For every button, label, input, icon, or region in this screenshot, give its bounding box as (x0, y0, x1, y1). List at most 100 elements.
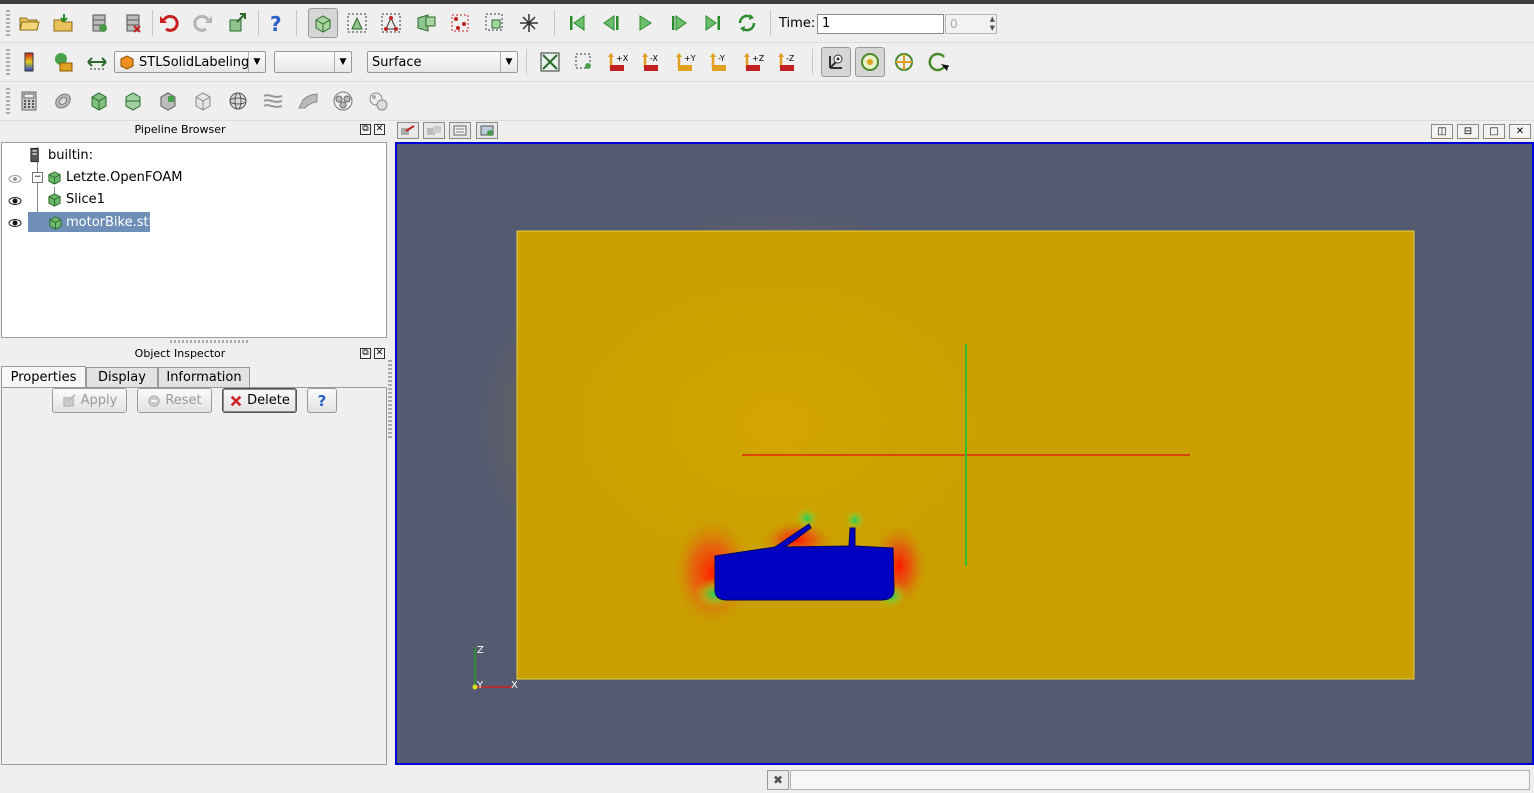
extract-level-button[interactable] (363, 86, 393, 116)
pick-center-button[interactable] (923, 47, 953, 77)
view-plus-y-button[interactable]: +Y (671, 47, 701, 77)
apply-button[interactable]: Apply (52, 388, 127, 413)
coloring-value: STLSolidLabeling (139, 54, 250, 70)
extract-subset-button[interactable] (188, 86, 218, 116)
edit-color-map-button[interactable] (48, 47, 78, 77)
color-map-icon (55, 53, 73, 72)
previous-frame-button[interactable] (596, 8, 626, 38)
help-button[interactable]: ? (307, 388, 337, 413)
split-horizontal-button[interactable]: ◫ (1431, 124, 1453, 139)
clear-selection-button[interactable] (514, 8, 544, 38)
connect-button[interactable] (84, 8, 114, 38)
axis-label: +X (616, 54, 629, 63)
select-cells-on-button[interactable] (342, 8, 372, 38)
representation-combo[interactable]: Surface ▼ (367, 51, 518, 73)
toolbar-grip[interactable] (6, 10, 10, 36)
float-panel-button[interactable]: ⧉ (360, 348, 371, 359)
component-combo[interactable]: ▼ (274, 51, 352, 73)
close-view-button[interactable]: ✕ (1509, 124, 1531, 139)
reset-center-button[interactable] (889, 47, 919, 77)
delete-button[interactable]: Delete (222, 388, 297, 413)
camera-undo-button[interactable] (397, 122, 419, 139)
clip-filter-button[interactable] (84, 86, 114, 116)
delete-label: Delete (247, 393, 290, 408)
select-cells-frustum-button[interactable] (411, 8, 441, 38)
last-frame-button[interactable] (698, 8, 728, 38)
zoom-to-data-button[interactable] (569, 47, 599, 77)
view-options-button[interactable] (476, 122, 498, 139)
glyph-filter-button[interactable] (223, 86, 253, 116)
axis-arrow-icon: -Z (778, 53, 795, 71)
splitter-handle[interactable] (388, 360, 392, 440)
tab-information[interactable]: Information (158, 367, 250, 387)
view-minus-x-button[interactable]: -X (637, 47, 667, 77)
help-button[interactable]: ? (260, 8, 290, 38)
view-minus-z-button[interactable]: -Z (773, 47, 803, 77)
progress-bar (790, 770, 1530, 790)
camera-undo-button[interactable] (223, 8, 253, 38)
view-plus-z-button[interactable]: +Z (739, 47, 769, 77)
tab-display[interactable]: Display (86, 367, 158, 387)
tree-item-letzte-openfoam[interactable]: − Letzte.OpenFOAM (32, 167, 182, 187)
warp-vector-button[interactable] (293, 86, 323, 116)
collapse-icon[interactable]: − (32, 171, 43, 183)
threshold-filter-button[interactable] (153, 86, 183, 116)
play-button[interactable] (630, 8, 660, 38)
eye-hidden-icon[interactable] (8, 174, 22, 184)
capture-screenshot-button[interactable] (449, 122, 471, 139)
maximize-view-button[interactable]: □ (1483, 124, 1505, 139)
timestep-spinbox[interactable]: 0 ▲ ▼ (945, 14, 997, 34)
select-block-button[interactable] (480, 8, 510, 38)
show-orientation-axes-button[interactable] (821, 47, 851, 77)
loop-icon (738, 14, 756, 32)
slice-filter-button[interactable] (118, 86, 148, 116)
undo-button[interactable] (154, 8, 184, 38)
view-minus-y-button[interactable]: -Y (705, 47, 735, 77)
group-datasets-button[interactable] (328, 86, 358, 116)
split-vertical-button[interactable]: ⊟ (1457, 124, 1479, 139)
tab-properties[interactable]: Properties (1, 366, 86, 387)
select-points-frustum-button[interactable] (445, 8, 475, 38)
coloring-combo[interactable]: STLSolidLabeling ▼ (114, 51, 266, 73)
camera-redo-button[interactable] (423, 122, 445, 139)
toolbar-grip[interactable] (6, 88, 10, 114)
render-view[interactable]: Z Y X (395, 142, 1534, 765)
reset-button[interactable]: Reset (137, 388, 212, 413)
close-panel-button[interactable]: ✕ (374, 124, 385, 135)
show-center-button[interactable] (855, 47, 885, 77)
load-state-button[interactable] (48, 8, 78, 38)
display-toolbar: STLSolidLabeling ▼ ▼ Surface ▼ +X -X +Y … (0, 43, 1534, 82)
float-panel-button[interactable]: ⧉ (360, 124, 371, 135)
next-frame-button[interactable] (664, 8, 694, 38)
tree-item-slice1[interactable]: Slice1 (47, 189, 105, 209)
close-panel-button[interactable]: ✕ (374, 348, 385, 359)
redo-button[interactable] (188, 8, 218, 38)
toolbar-grip[interactable] (6, 49, 10, 75)
time-input[interactable]: 1 (817, 14, 944, 34)
tree-item-label: motorBike.stl (66, 214, 153, 230)
loop-button[interactable] (732, 8, 762, 38)
select-points-on-button[interactable] (376, 8, 406, 38)
rescale-range-button[interactable] (82, 47, 112, 77)
view-plus-x-button[interactable]: +X (603, 47, 633, 77)
render-canvas[interactable]: Z Y X (397, 144, 1532, 763)
disconnect-button[interactable] (118, 8, 148, 38)
contour-filter-button[interactable] (48, 86, 78, 116)
first-frame-button[interactable] (562, 8, 592, 38)
stream-tracer-button[interactable] (258, 86, 288, 116)
tree-item-builtin[interactable]: builtin: (30, 145, 93, 165)
toggle-color-legend-button[interactable] (14, 47, 44, 77)
abort-button[interactable]: ✖ (767, 770, 789, 790)
calculator-filter-button[interactable] (14, 86, 44, 116)
next-frame-icon (672, 15, 687, 31)
splitter-handle[interactable] (170, 340, 250, 343)
eye-visible-icon[interactable] (8, 218, 22, 228)
select-block-icon (485, 13, 503, 31)
time-label: Time: (779, 16, 816, 31)
open-file-button[interactable] (14, 8, 44, 38)
eye-visible-icon[interactable] (8, 196, 22, 206)
reset-camera-button[interactable] (535, 47, 565, 77)
interact-mode-button[interactable] (308, 8, 338, 38)
tree-item-motorbike-stl[interactable]: motorBike.stl (28, 212, 153, 232)
reset-center-icon (895, 53, 913, 71)
